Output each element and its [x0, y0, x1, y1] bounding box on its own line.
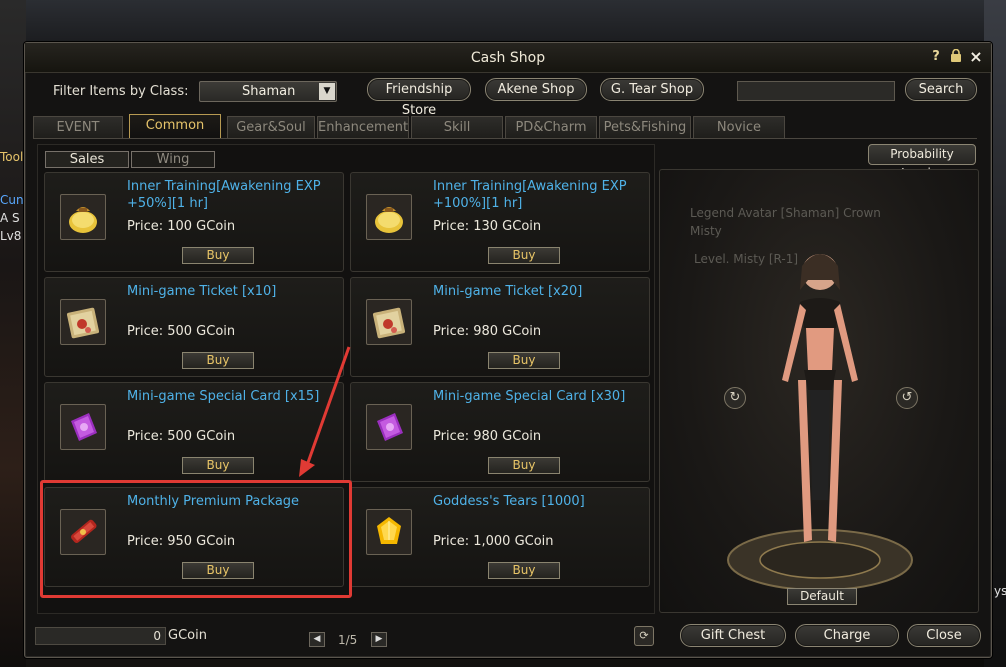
tab-event[interactable]: EVENT [33, 116, 123, 138]
preview-faded-label: Misty [690, 224, 722, 238]
item-name: Inner Training[Awakening EXP +100%][1 hr… [433, 179, 627, 211]
item-card: Mini-game Ticket [x20] Price: 980 GCoin … [350, 277, 650, 377]
tab-novice[interactable]: Novice [693, 116, 785, 138]
yellow-gem-icon [366, 509, 412, 555]
background-text: Lv8 [0, 229, 22, 243]
page-indicator: 1/5 [338, 633, 358, 647]
tab-enhancement[interactable]: Enhancement [317, 116, 409, 138]
item-name: Mini-game Special Card [x30] [433, 389, 626, 404]
buy-button[interactable]: Buy [182, 457, 254, 474]
item-card: Goddess's Tears [1000] Price: 1,000 GCoi… [350, 487, 650, 587]
background-text: Cun [0, 193, 24, 207]
default-button[interactable]: Default [787, 588, 857, 605]
search-button[interactable]: Search [905, 78, 977, 101]
item-price: Price: 130 GCoin [433, 219, 542, 234]
tab-gear-soul[interactable]: Gear&Soul [227, 116, 315, 138]
game-background-top [26, 0, 1006, 42]
background-text: ys [994, 584, 1006, 598]
gcoin-balance: 0 [35, 627, 166, 645]
buy-button[interactable]: Buy [488, 352, 560, 369]
subtab-wing[interactable]: Wing [131, 151, 215, 168]
tab-pd-charm[interactable]: PD&Charm [505, 116, 597, 138]
rotate-left-icon[interactable]: ↻ [724, 387, 746, 409]
tab-common[interactable]: Common [129, 114, 221, 138]
prev-page-button[interactable]: ◀ [309, 632, 325, 647]
charge-button[interactable]: Charge [795, 624, 899, 647]
item-name: Mini-game Ticket [x20] [433, 284, 583, 299]
item-price: Price: 500 GCoin [127, 429, 236, 444]
preview-faded-label: Legend Avatar [Shaman] Crown [690, 206, 881, 220]
game-background-left [0, 0, 26, 667]
background-text: A S [0, 211, 20, 225]
help-icon[interactable]: ? [929, 49, 943, 67]
item-card: Inner Training[Awakening EXP +100%][1 hr… [350, 172, 650, 272]
close-icon[interactable]: × [969, 49, 983, 67]
tab-skill[interactable]: Skill [411, 116, 503, 138]
tab-divider [33, 138, 977, 139]
item-card: Inner Training[Awakening EXP +50%][1 hr]… [44, 172, 344, 272]
character-preview-panel: Legend Avatar [Shaman] Crown Misty Level… [659, 169, 979, 613]
refresh-icon[interactable]: ⟳ [634, 626, 654, 646]
window-titlebar: Cash Shop ? × [25, 43, 991, 73]
item-price: Price: 500 GCoin [127, 324, 236, 339]
g-tear-shop-button[interactable]: G. Tear Shop [600, 78, 704, 101]
item-name: Goddess's Tears [1000] [433, 494, 585, 509]
subtab-sales[interactable]: Sales [45, 151, 129, 168]
pouch-icon [366, 194, 412, 240]
class-filter-label: Filter Items by Class: [53, 84, 189, 99]
chevron-down-icon: ▼ [319, 83, 335, 100]
highlight-box [40, 480, 352, 598]
buy-button[interactable]: Buy [488, 457, 560, 474]
close-button[interactable]: Close [907, 624, 981, 647]
akene-shop-button[interactable]: Akene Shop [485, 78, 587, 101]
annotation-arrow [299, 346, 351, 477]
buy-button[interactable]: Buy [182, 352, 254, 369]
buy-button[interactable]: Buy [182, 247, 254, 264]
item-name: Inner Training[Awakening EXP +50%][1 hr] [127, 179, 321, 211]
special-card-icon [366, 404, 412, 450]
buy-button[interactable]: Buy [488, 562, 560, 579]
cash-shop-window: Cash Shop ? × Filter Items by Class: Sha… [24, 42, 992, 658]
probability-inquiry-button[interactable]: Probability Inquiry [868, 144, 976, 180]
gift-chest-button[interactable]: Gift Chest [680, 624, 786, 647]
item-price: Price: 100 GCoin [127, 219, 236, 234]
item-price: Price: 980 GCoin [433, 429, 542, 444]
window-title: Cash Shop [470, 50, 546, 66]
ticket-icon [60, 299, 106, 345]
item-name: Mini-game Ticket [x10] [127, 284, 277, 299]
item-price: Price: 980 GCoin [433, 324, 542, 339]
friendship-store-button[interactable]: Friendship Store [367, 78, 471, 118]
character-model [727, 254, 913, 591]
item-card: Mini-game Special Card [x30] Price: 980 … [350, 382, 650, 482]
class-filter-select[interactable]: Shaman ▼ [199, 81, 337, 102]
tab-pets-fishing[interactable]: Pets&Fishing [599, 116, 691, 138]
lock-icon[interactable] [949, 48, 963, 67]
special-card-icon [60, 404, 106, 450]
item-price: Price: 1,000 GCoin [433, 534, 554, 549]
background-text: Tool [0, 150, 24, 164]
pouch-icon [60, 194, 106, 240]
gcoin-label: GCoin [168, 628, 207, 643]
class-filter-value: Shaman [242, 84, 296, 99]
next-page-button[interactable]: ▶ [371, 632, 387, 647]
rotate-right-icon[interactable]: ↺ [896, 387, 918, 409]
ticket-icon [366, 299, 412, 345]
search-input[interactable] [737, 81, 895, 101]
buy-button[interactable]: Buy [488, 247, 560, 264]
